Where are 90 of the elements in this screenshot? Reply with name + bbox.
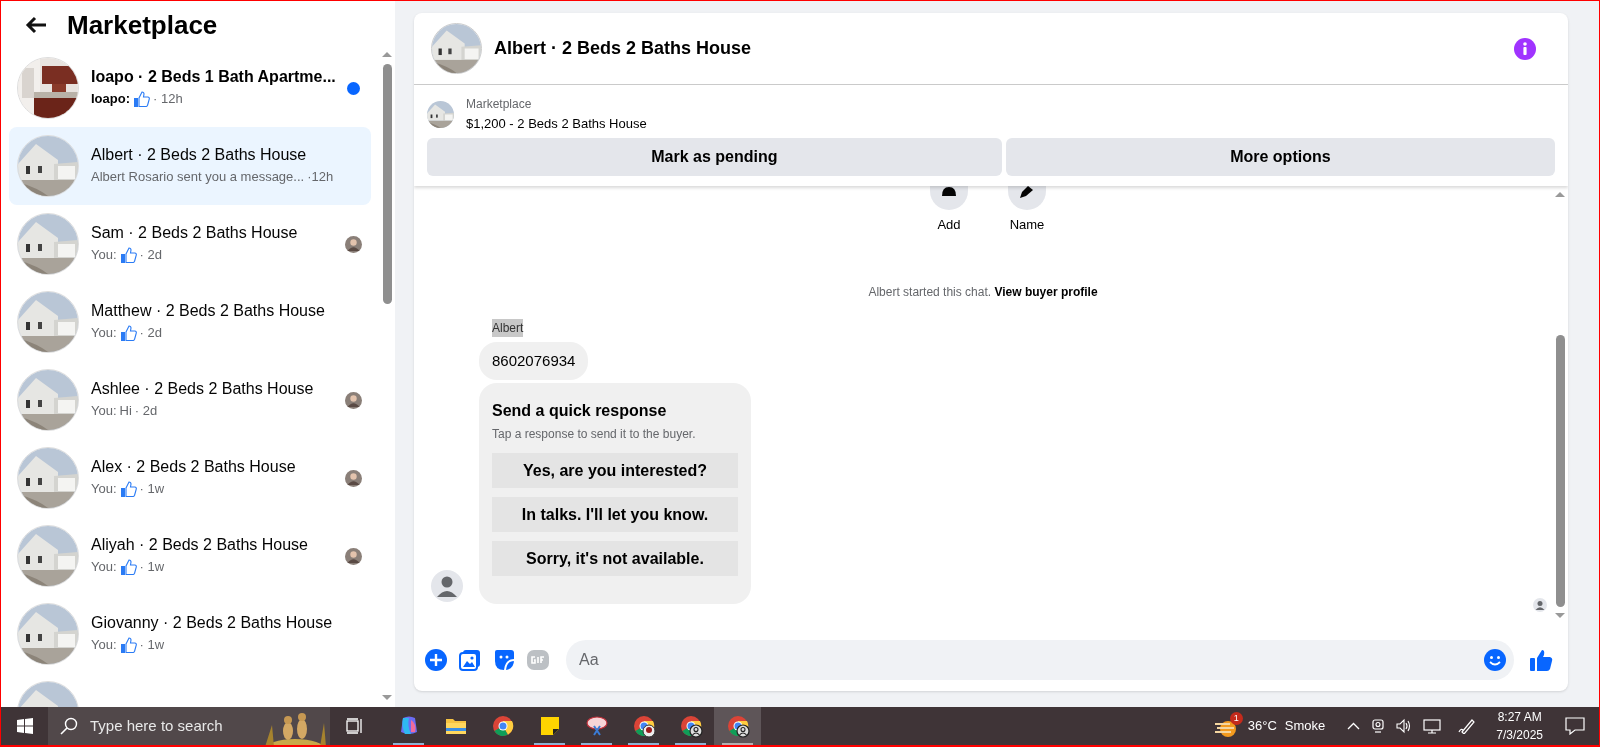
image-icon[interactable] (458, 648, 482, 672)
scroll-down-icon[interactable] (1555, 613, 1565, 619)
user-avatar-icon (431, 570, 463, 602)
conversation-title: Ashlee · 2 Beds 2 Baths House (91, 379, 315, 399)
running-indicator (675, 743, 706, 745)
taskbar-app-button[interactable] (714, 707, 761, 745)
message-bubble: 8602076934 (479, 341, 589, 380)
weather-condition: Smoke (1284, 717, 1326, 736)
scrollbar-thumb[interactable] (1555, 335, 1565, 607)
preview-sender: You: (91, 636, 117, 654)
chat-notice: Albert started this chat. View buyer profile (868, 284, 1098, 299)
info-icon[interactable] (1514, 37, 1536, 60)
preview-time: · 2d (134, 402, 158, 420)
profile-action-button[interactable] (1008, 186, 1046, 210)
conversation-title: Sam · 2 Beds 2 Baths House (91, 223, 299, 243)
pen-icon[interactable] (1458, 718, 1477, 734)
profile-action-label: Name (1009, 216, 1045, 234)
preview-time: ·12h (307, 168, 334, 186)
preview-text: Hi (119, 402, 132, 420)
scroll-down-icon[interactable] (382, 695, 392, 701)
quick-response-button[interactable]: Yes, are you interested? (492, 453, 738, 488)
four-panes-icon (16, 718, 33, 734)
preview-sender: You: (91, 324, 117, 342)
preview-text: Albert Rosario sent you a message... (91, 168, 305, 186)
seen-avatar-icon (1533, 598, 1547, 612)
task-view-icon (346, 718, 364, 734)
preview-sender: Ioapo: (91, 90, 130, 108)
view-profile-link[interactable]: View buyer profile (994, 284, 1098, 299)
search-icon (60, 717, 78, 735)
running-indicator (722, 743, 753, 745)
running-indicator (534, 743, 565, 745)
running-indicator (628, 743, 659, 745)
clock[interactable]: 8:27 AM 7/3/2025 (1488, 708, 1551, 744)
listing-label: Marketplace (466, 96, 533, 113)
message-input[interactable]: Aa (566, 640, 1514, 680)
notifications-icon[interactable] (1565, 717, 1585, 735)
quick-response-button[interactable]: Sorry, it's not available. (492, 541, 738, 576)
clock-date: 7/3/2025 (1496, 727, 1543, 744)
sticker-icon[interactable] (492, 648, 516, 672)
scrollbar-thumb[interactable] (382, 64, 392, 304)
preview-time: · 2d (139, 246, 162, 264)
conversation-title: Albert · 2 Beds 2 Baths House (91, 145, 308, 165)
scissors-icon (584, 714, 609, 738)
thumbs-up-icon[interactable] (1528, 647, 1554, 673)
conversation-title: Aliyah · 2 Beds 2 Baths House (91, 535, 309, 555)
preview-time: · 2d (139, 324, 162, 342)
add-icon[interactable] (424, 648, 448, 672)
conversation-title: Giovanny · 2 Beds 2 Baths House (91, 613, 331, 633)
preview-sender: You: (91, 558, 117, 576)
network-icon[interactable] (1423, 718, 1442, 734)
browser-icon (725, 714, 750, 738)
preview-time: · 1w (139, 636, 165, 654)
listing-name: $1,200 - 2 Beds 2 Baths House (466, 115, 647, 133)
action-button[interactable]: More options (1005, 138, 1555, 176)
scroll-up-icon[interactable] (382, 51, 392, 57)
running-indicator (581, 743, 612, 745)
notification-badge: 1 (1229, 712, 1243, 725)
conversation-item[interactable]: Albert · 2 Beds 2 Baths House Albert Rosario sent you a message... ·12h (9, 127, 371, 205)
preview-sender: You: (91, 246, 117, 264)
preview-time: · 12h (153, 90, 183, 108)
preview-sender: You: (91, 402, 117, 420)
quick-response-button[interactable]: In talks. I'll let you know. (492, 497, 738, 532)
quick-response-subtitle: Tap a response to send it to the buyer. (492, 426, 697, 443)
temperature: 36°C (1247, 717, 1277, 736)
conversation-title: Matthew · 2 Beds 2 Baths House (91, 301, 326, 321)
browser-icon (490, 714, 515, 738)
browser-icon (678, 714, 703, 738)
profile-action-label: Add (937, 216, 961, 234)
preview-time: · 1w (139, 558, 165, 576)
quick-response-title: Send a quick response (492, 401, 668, 421)
speaker-icon[interactable] (1396, 718, 1413, 734)
profile-action-button[interactable] (930, 186, 968, 210)
chat-title: Albert · 2 Beds 2 Baths House (494, 37, 752, 60)
person-icon (940, 186, 958, 196)
chevron-up-icon[interactable] (1347, 722, 1361, 730)
search-placeholder: Type here to search (90, 715, 223, 736)
sidebar-title: Marketplace (67, 8, 218, 42)
sender-name: Albert (492, 318, 524, 337)
camera-icon[interactable] (1371, 718, 1386, 734)
preview-time: · 1w (139, 480, 165, 498)
scroll-up-icon[interactable] (1555, 191, 1565, 197)
clock-time: 8:27 AM (1497, 709, 1542, 726)
preview-sender: You: (91, 480, 117, 498)
conversation-title: Alex · 2 Beds 2 Baths House (91, 457, 297, 477)
running-indicator (393, 743, 424, 745)
browser-icon (631, 714, 656, 738)
back-arrow-icon[interactable] (25, 16, 47, 34)
action-button[interactable]: Mark as pending (427, 138, 1002, 176)
weather-widget[interactable]: 1 36°C Smoke (1213, 707, 1336, 745)
emoji-icon[interactable] (1484, 649, 1506, 671)
